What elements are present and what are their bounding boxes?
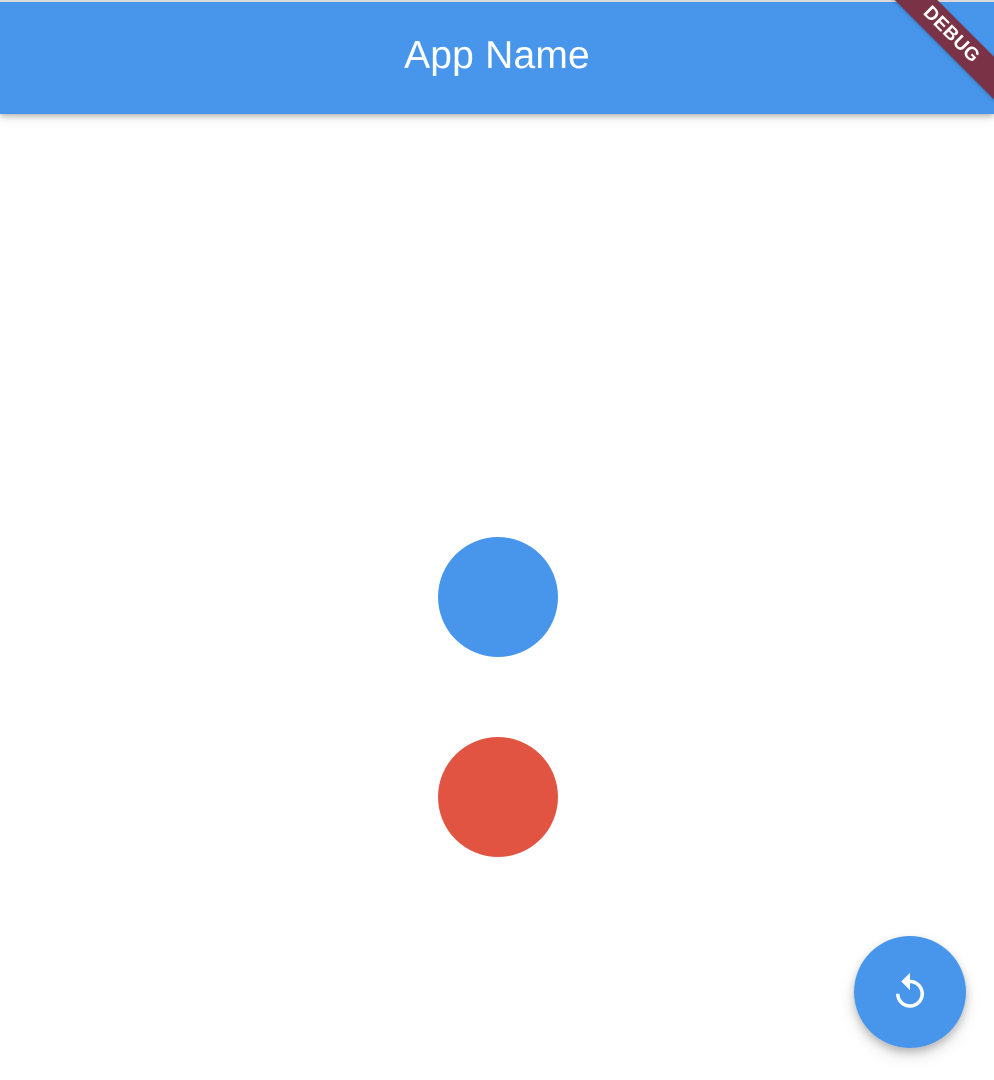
reset-fab-button[interactable] [854, 936, 966, 1048]
app-title: App Name [404, 34, 590, 77]
app-bar: App Name [0, 2, 994, 114]
red-circle [438, 737, 558, 857]
replay-icon [896, 972, 924, 1008]
blue-circle [438, 537, 558, 657]
app-window: App Name DEBUG [0, 0, 994, 1080]
window-top-border [0, 0, 994, 2]
